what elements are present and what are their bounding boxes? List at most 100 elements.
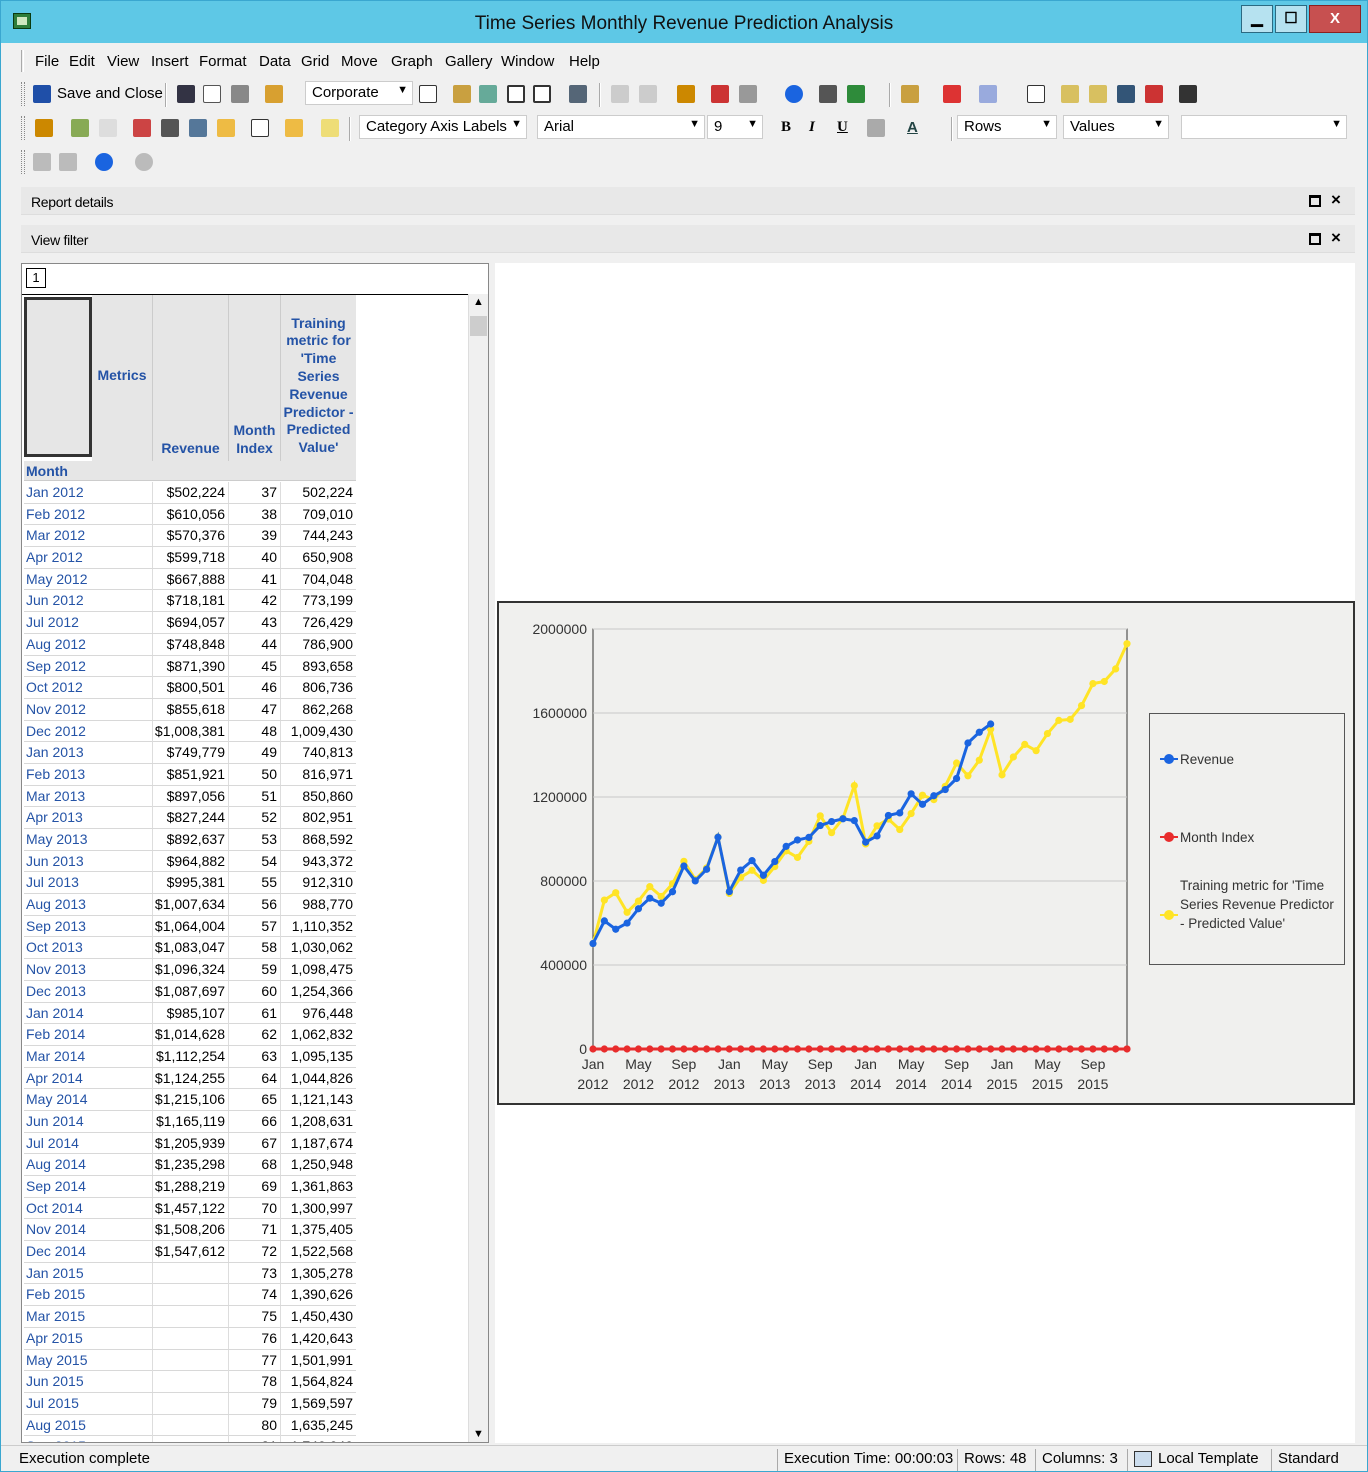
print-icon[interactable] [231, 85, 249, 103]
table-row[interactable]: May 2012 $667,888 41 704,048 [24, 568, 356, 591]
page-icon[interactable] [251, 119, 269, 137]
wizard-icon[interactable] [35, 119, 53, 137]
table-row[interactable]: May 2015 77 1,501,991 [24, 1349, 356, 1372]
edit-icon[interactable] [819, 85, 837, 103]
sort-descending-icon[interactable] [639, 85, 657, 103]
menu-window[interactable]: Window [501, 53, 554, 70]
line-chart[interactable]: 0 400000 800000 1200000 1600000 2000000 Jan 201… [497, 601, 1355, 1105]
open-book-icon[interactable] [177, 85, 195, 103]
drill-icon[interactable] [71, 119, 89, 137]
table-row[interactable]: Feb 2012 $610,056 38 709,010 [24, 503, 356, 526]
table-row[interactable]: Jan 2015 73 1,305,278 [24, 1262, 356, 1285]
table-row[interactable]: Aug 2015 80 1,635,245 [24, 1414, 356, 1437]
table-row[interactable]: May 2014 $1,215,106 65 1,121,143 [24, 1089, 356, 1111]
table-row[interactable]: Jul 2015 79 1,569,597 [24, 1392, 356, 1415]
table-row[interactable]: Apr 2015 76 1,420,643 [24, 1327, 356, 1350]
view-filter-bar[interactable]: View filter × [21, 225, 1355, 253]
table-row[interactable]: Nov 2013 $1,096,324 59 1,098,475 [24, 959, 356, 981]
element-combo[interactable]: Category Axis Labels ▼ [359, 115, 527, 139]
font-color-button[interactable]: A [907, 119, 918, 136]
table-row[interactable]: Aug 2012 $748,848 44 786,900 [24, 633, 356, 656]
table-row[interactable]: Jul 2013 $995,381 55 912,310 [24, 872, 356, 895]
table-row[interactable]: Aug 2013 $1,007,634 56 988,770 [24, 894, 356, 916]
table-row[interactable]: Sep 2015 811,740,040 [24, 1436, 356, 1442]
table-row[interactable]: Oct 2012 $800,501 46 806,736 [24, 677, 356, 699]
metrics-header[interactable]: Metrics [92, 295, 152, 461]
menu-data[interactable]: Data [259, 53, 291, 70]
table-row[interactable]: Nov 2014 $1,508,206 71 1,375,405 [24, 1219, 356, 1242]
table-row[interactable]: Mar 2014 $1,112,254 63 1,095,135 [24, 1045, 356, 1068]
italic-button[interactable]: I [809, 119, 815, 136]
table-row[interactable]: Mar 2013 $897,056 51 850,860 [24, 785, 356, 808]
training-metric-header[interactable]: Training metric for 'Time Series Revenue… [280, 295, 356, 461]
table-row[interactable]: Oct 2013 $1,083,047 58 1,030,062 [24, 937, 356, 960]
scroll-down-icon[interactable]: ▼ [473, 1428, 484, 1440]
table-row[interactable]: Feb 2013 $851,921 50 816,971 [24, 763, 356, 786]
table-row[interactable]: Dec 2013 $1,087,697 60 1,254,366 [24, 980, 356, 1003]
redo-icon[interactable] [135, 153, 153, 171]
table-row[interactable]: Aug 2014 $1,235,298 68 1,250,948 [24, 1154, 356, 1176]
chart-options-icon[interactable] [1117, 85, 1135, 103]
table-row[interactable]: Oct 2014 $1,457,122 70 1,300,997 [24, 1197, 356, 1220]
table-row[interactable]: Apr 2014 $1,124,255 64 1,044,826 [24, 1067, 356, 1090]
table-row[interactable]: Jan 2014 $985,107 61 976,448 [24, 1002, 356, 1025]
grid-corner[interactable] [24, 297, 92, 457]
paste-icon[interactable] [59, 153, 77, 171]
rows-icon[interactable] [1061, 85, 1079, 103]
menu-format[interactable]: Format [199, 53, 247, 70]
notes-icon[interactable] [285, 119, 303, 137]
palette-icon[interactable] [901, 85, 919, 103]
export-icon[interactable] [321, 119, 339, 137]
scroll-up-icon[interactable]: ▲ [473, 296, 484, 308]
style-combo[interactable]: Corporate ▼ [305, 81, 413, 105]
table-row[interactable]: Jul 2014 $1,205,939 67 1,187,674 [24, 1132, 356, 1155]
menu-view[interactable]: View [107, 53, 139, 70]
close-panel-icon[interactable]: × [1331, 190, 1341, 210]
maximize-button[interactable]: ☐ [1275, 5, 1307, 33]
table-row[interactable]: Jan 2012 $502,224 37 502,224 [24, 482, 356, 504]
font-size-combo[interactable]: 9 ▼ [707, 115, 763, 139]
add-icon[interactable] [785, 85, 803, 103]
columns-icon[interactable] [1089, 85, 1107, 103]
table-row[interactable]: Jun 2012 $718,181 42 773,199 [24, 590, 356, 613]
table-row[interactable]: Jun 2014 $1,165,119 66 1,208,631 [24, 1110, 356, 1133]
chart-legend[interactable]: Revenue Month Index Training metric for … [1149, 713, 1345, 965]
menu-grid[interactable]: Grid [301, 53, 329, 70]
font-combo[interactable]: Arial ▼ [537, 115, 705, 139]
flag-icon[interactable] [677, 85, 695, 103]
table-row[interactable]: Sep 2012 $871,390 45 893,658 [24, 655, 356, 678]
filter-icon[interactable] [133, 119, 151, 137]
copy-icon[interactable] [33, 153, 51, 171]
menu-graph[interactable]: Graph [391, 53, 433, 70]
data-explorer-icon[interactable] [189, 119, 207, 137]
table-row[interactable]: Mar 2012 $570,376 39 744,243 [24, 525, 356, 548]
month-index-header[interactable]: Month Index [228, 295, 280, 461]
minimize-button[interactable]: ▁ [1241, 5, 1273, 33]
excel-export-icon[interactable] [847, 85, 865, 103]
month-row-header[interactable]: Month [24, 461, 356, 481]
prompt-icon[interactable] [99, 119, 117, 137]
page-selector[interactable]: 1 [26, 268, 46, 288]
table-row[interactable]: Jul 2012 $694,057 43 726,429 [24, 612, 356, 634]
pivot-icon[interactable] [453, 85, 471, 103]
table-row[interactable]: Dec 2012 $1,008,381 48 1,009,430 [24, 720, 356, 743]
close-button[interactable]: X [1309, 5, 1361, 33]
values-combo[interactable]: Values ▼ [1063, 115, 1169, 139]
close-panel-icon[interactable]: × [1331, 228, 1341, 248]
table-row[interactable]: Sep 2013 $1,064,004 57 1,110,352 [24, 915, 356, 938]
bar-chart-icon[interactable] [943, 85, 961, 103]
rows-combo[interactable]: Rows ▼ [957, 115, 1057, 139]
revenue-header[interactable]: Revenue [152, 295, 228, 461]
table-row[interactable]: Jan 2013 $749,779 49 740,813 [24, 742, 356, 764]
menu-edit[interactable]: Edit [69, 53, 95, 70]
table-row[interactable]: Dec 2014 $1,547,612 72 1,522,568 [24, 1241, 356, 1263]
colors-icon[interactable] [1145, 85, 1163, 103]
table-icon[interactable] [533, 85, 551, 103]
table-row[interactable]: May 2013 $892,637 53 868,592 [24, 829, 356, 851]
grid-graph-icon[interactable] [507, 85, 525, 103]
grid-view-icon[interactable] [419, 85, 437, 103]
graph-view-icon[interactable] [569, 85, 587, 103]
table-row[interactable]: Mar 2015 75 1,450,430 [24, 1306, 356, 1328]
table-row[interactable]: Nov 2012 $855,618 47 862,268 [24, 698, 356, 721]
table-row[interactable]: Sep 2014 $1,288,219 69 1,361,863 [24, 1176, 356, 1198]
